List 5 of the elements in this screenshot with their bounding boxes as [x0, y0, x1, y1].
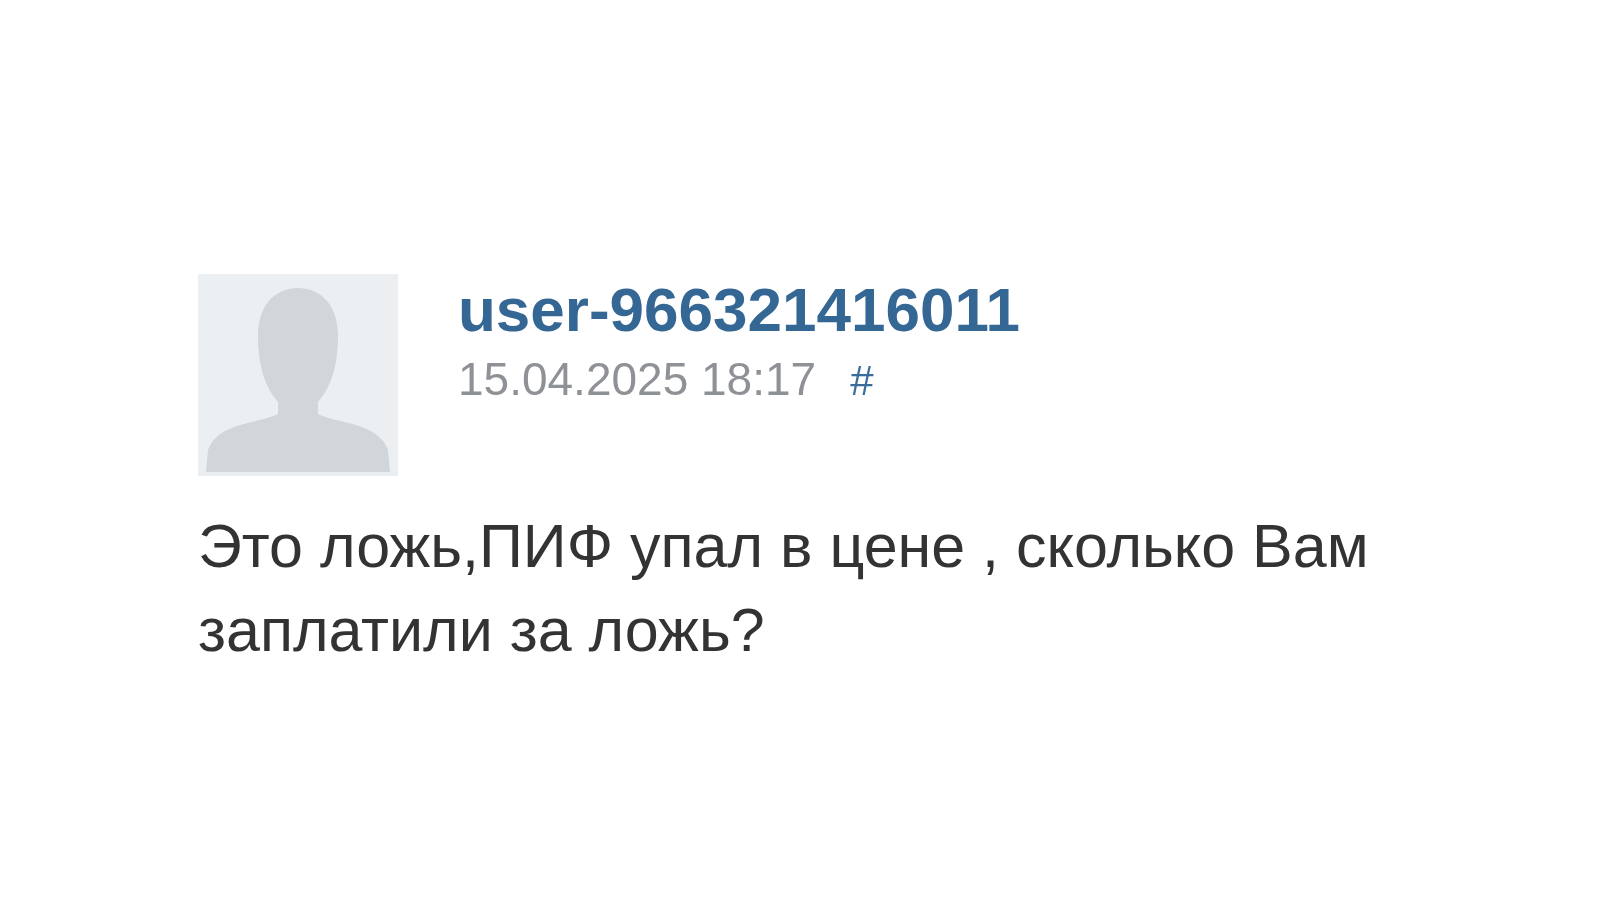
permalink[interactable]: #: [850, 354, 874, 408]
username-link[interactable]: user-966321416011: [458, 274, 1020, 346]
comment-date: 15.04.2025 18:17: [458, 352, 817, 406]
user-silhouette-icon: [198, 274, 398, 476]
comment-text: Это ложь,ПИФ упал в цене , сколько Вам заплатили за ложь?: [198, 511, 1370, 666]
